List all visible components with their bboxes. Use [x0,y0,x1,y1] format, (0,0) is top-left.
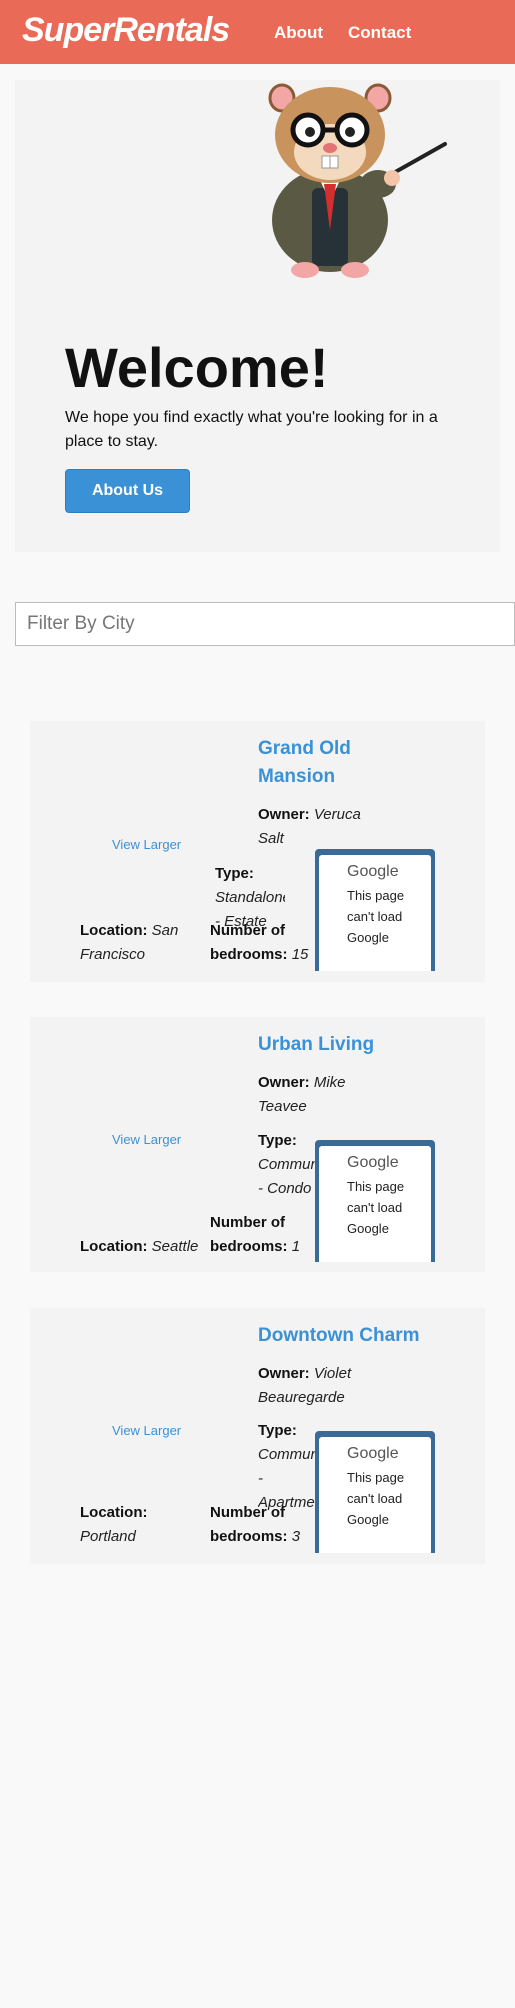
rental-owner: Owner: Veruca Salt [258,803,378,851]
google-logo: Google [347,1154,399,1171]
map-error-dialog: Google This page can't load Google [319,1146,431,1262]
map-error-message: This page can't load Google [347,888,405,945]
about-us-button[interactable]: About Us [65,469,190,513]
rental-title[interactable]: Urban Living [258,1031,458,1059]
welcome-heading: Welcome! [65,336,329,399]
bedrooms-value: 3 [291,1528,301,1545]
owner-label: Owner: [258,806,310,823]
rental-location: Location: Seattle [80,1235,230,1259]
bedrooms-value: 15 [291,946,309,963]
google-logo: Google [347,863,399,880]
location-value: Seattle [151,1238,199,1255]
rental-map[interactable]: Google This page can't load Google [315,1140,435,1262]
rental-title[interactable]: Downtown Charm [258,1322,458,1350]
rental-owner: Owner: Mike Teavee [258,1071,378,1119]
type-label: Type: [258,1422,297,1439]
location-value: Portland [80,1528,136,1545]
view-larger-link[interactable]: View Larger [112,1132,181,1147]
nav-link-contact[interactable]: Contact [348,23,411,43]
bedrooms-value: 1 [291,1238,301,1255]
rental-title[interactable]: Grand Old Mansion [258,735,388,791]
rental-owner: Owner: Violet Beauregarde [258,1362,378,1410]
top-nav-bar: SuperRentals About Contact [0,0,515,64]
welcome-text: We hope you find exactly what you're loo… [65,409,438,450]
bedrooms-label: Number of bedrooms: [210,1504,288,1545]
map-error-message: This page can't load Google [347,1179,405,1236]
brand-logo-link[interactable]: SuperRentals [22,11,230,50]
rental-map[interactable]: Google This page can't load Google [315,849,435,971]
view-larger-link[interactable]: View Larger [112,837,181,852]
welcome-jumbotron: Welcome! We hope you find exactly what y… [15,80,500,552]
type-label: Type: [258,1132,297,1149]
bedrooms-label: Number of bedrooms: [210,1214,288,1255]
filter-by-city-input[interactable] [15,602,515,646]
rental-bedrooms: Number of bedrooms: 1 [210,1211,320,1259]
location-label: Location: [80,1238,148,1255]
rental-bedrooms: Number of bedrooms: 3 [210,1501,320,1549]
owner-label: Owner: [258,1074,310,1091]
tomster-mascot-icon [268,83,447,278]
owner-label: Owner: [258,1365,310,1382]
map-error-dialog: Google This page can't load Google [319,855,431,971]
map-error-message: This page can't load Google [347,1470,405,1527]
rental-card: View Larger Urban Living Owner: Mike Tea… [30,1017,485,1272]
location-label: Location: [80,1504,148,1521]
rental-location: Location: San Francisco [80,919,200,967]
nav-link-about[interactable]: About [274,23,323,43]
rental-bedrooms: Number of bedrooms: 15 [210,919,320,967]
rental-card: View Larger Grand Old Mansion Owner: Ver… [30,721,485,982]
map-error-dialog: Google This page can't load Google [319,1437,431,1553]
rental-location: Location: Portland [80,1501,200,1549]
bedrooms-label: Number of bedrooms: [210,922,288,963]
view-larger-link[interactable]: View Larger [112,1423,181,1438]
google-logo: Google [347,1445,399,1462]
rental-card: View Larger Downtown Charm Owner: Violet… [30,1308,485,1564]
rental-map[interactable]: Google This page can't load Google [315,1431,435,1553]
type-label: Type: [215,865,254,882]
location-label: Location: [80,922,148,939]
